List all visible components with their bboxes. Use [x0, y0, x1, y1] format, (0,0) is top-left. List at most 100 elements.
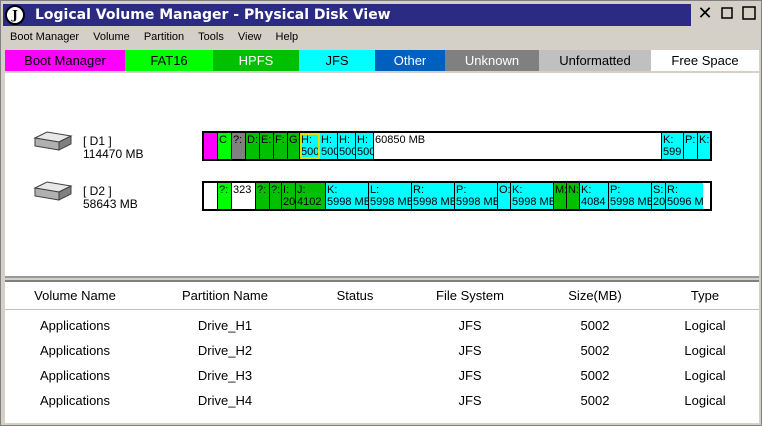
partition-segment[interactable]: R: 5998 MB — [412, 183, 455, 209]
window-controls: ✕ — [697, 3, 757, 24]
partition-letter: R: — [413, 184, 424, 196]
partition-size: 5998 MB — [456, 196, 498, 208]
partition-segment[interactable]: G — [288, 133, 300, 159]
partition-letter: K: — [512, 184, 523, 196]
partition-segment[interactable]: P: 5998 MB — [609, 183, 652, 209]
partition-segment[interactable]: ?: — [232, 133, 246, 159]
partition-segment[interactable]: P: 5998 MB — [455, 183, 498, 209]
lvm-window: J Logical Volume Manager - Physical Disk… — [0, 0, 762, 426]
menu-view[interactable]: View — [231, 29, 269, 47]
disk-2-label[interactable]: [ D2 ] 58643 MB — [83, 185, 138, 211]
menu-help[interactable]: Help — [269, 29, 306, 47]
partition-segment[interactable]: ?: — [270, 183, 282, 209]
partition-segment[interactable]: H: 500 — [338, 133, 356, 159]
app-icon[interactable]: J — [5, 5, 25, 25]
partition-letter: P: — [685, 134, 696, 146]
col-file-system[interactable]: File System — [425, 288, 515, 303]
partition-segment[interactable]: M: — [554, 183, 567, 209]
partition-size: 599 — [663, 146, 682, 158]
col-volume-name[interactable]: Volume Name — [15, 288, 135, 303]
hard-disk-icon[interactable] — [33, 180, 73, 202]
disk-1-label[interactable]: [ D1 ] 114470 MB — [83, 135, 144, 161]
window-title: Logical Volume Manager - Physical Disk V… — [35, 7, 391, 23]
partition-letter: S: — [653, 184, 664, 196]
close-icon[interactable]: ✕ — [697, 3, 713, 24]
partition-segment[interactable] — [204, 133, 218, 159]
partition-segment[interactable]: C — [218, 133, 232, 159]
partition-size: 500 — [339, 146, 356, 158]
legend-unformatted: Unformatted — [539, 50, 651, 71]
partition-letter: ?: — [271, 184, 281, 196]
cell-volume-name: Applications — [39, 393, 111, 408]
partition-segment[interactable]: H: 500 — [356, 133, 374, 159]
partition-segment[interactable] — [204, 183, 218, 209]
disk-1-partition-bar[interactable]: C?: D: E: F: G H: 500 H: 500 H: 500 H: 500 60850 MB K:… — [202, 131, 712, 161]
disk-2-partition-bar[interactable]: ?:323?:?:I:204J:4102K:5998 MBL:5998 MBR:… — [202, 181, 712, 211]
hard-disk-icon[interactable] — [33, 130, 73, 152]
cell-size: 5002 — [580, 343, 610, 358]
partition-segment[interactable]: R: 5096 M — [666, 183, 703, 209]
partition-segment[interactable]: 323 — [232, 183, 256, 209]
cell-type: Logical — [684, 343, 726, 358]
partition-segment[interactable]: K: 5998 MB — [326, 183, 369, 209]
partition-segment[interactable]: L: 5998 MB — [369, 183, 412, 209]
partition-segment[interactable]: K: 5998 MB — [511, 183, 554, 209]
cell-volume-name: Applications — [39, 343, 111, 358]
cell-volume-name: Applications — [39, 318, 111, 333]
table-row[interactable]: Applications Drive_H4 JFS 5002 Logical — [5, 389, 759, 414]
partition-letter: L: — [370, 184, 380, 196]
partition-segment[interactable]: J: 4102 — [296, 183, 326, 209]
menu-bar: Boot Manager Volume Partition Tools View… — [3, 29, 305, 47]
partition-size: 204 — [283, 196, 296, 208]
partition-size: 323 — [233, 184, 252, 196]
partition-segment[interactable]: F: — [274, 133, 288, 159]
partition-segment[interactable]: I:204 — [282, 183, 296, 209]
table-row[interactable]: Applications Drive_H2 JFS 5002 Logical — [5, 339, 759, 364]
col-partition-name[interactable]: Partition Name — [165, 288, 285, 303]
maximize-icon[interactable] — [741, 5, 757, 21]
partition-segment[interactable]: O: — [498, 183, 511, 209]
partition-segment[interactable]: D: — [246, 133, 260, 159]
partition-size: 500 — [301, 146, 320, 158]
cell-partition-name: Drive_H4 — [197, 393, 253, 408]
partition-segment[interactable]: 60850 MB — [374, 133, 662, 159]
partition-segment[interactable]: K: 599 — [662, 133, 684, 159]
table-row[interactable]: Applications Drive_H1 JFS 5002 Logical — [5, 314, 759, 339]
partition-segment[interactable]: ?: — [218, 183, 232, 209]
partition-segment[interactable]: K: — [698, 133, 710, 159]
title-bar[interactable]: J Logical Volume Manager - Physical Disk… — [3, 4, 691, 26]
col-type[interactable]: Type — [675, 288, 735, 303]
partition-segment[interactable]: H: 500 — [320, 133, 338, 159]
minimize-icon[interactable] — [719, 5, 735, 21]
partition-letter: F: — [275, 134, 285, 146]
col-status[interactable]: Status — [315, 288, 395, 303]
table-row[interactable]: Applications Drive_H3 JFS 5002 Logical — [5, 364, 759, 389]
partition-segment[interactable]: K: 4084 — [580, 183, 609, 209]
menu-boot-manager[interactable]: Boot Manager — [3, 29, 86, 47]
partition-letter: ?: — [233, 134, 243, 146]
partition-letter: K: — [581, 184, 592, 196]
legend-fat16: FAT16 — [125, 50, 213, 71]
partition-segment[interactable]: ?: — [256, 183, 270, 209]
menu-partition[interactable]: Partition — [137, 29, 191, 47]
partition-size: 60850 MB — [375, 134, 426, 146]
partition-segment[interactable]: S: 20 — [652, 183, 666, 209]
partition-table: Volume Name Partition Name Status File S… — [5, 282, 759, 423]
cell-type: Logical — [684, 368, 726, 383]
col-size[interactable]: Size(MB) — [555, 288, 635, 303]
partition-size: 500 — [321, 146, 338, 158]
partition-size: 5998 MB — [327, 196, 369, 208]
partition-size: 4084 — [581, 196, 606, 208]
partition-letter: R: — [667, 184, 678, 196]
menu-tools[interactable]: Tools — [191, 29, 231, 47]
partition-segment[interactable]: P: — [684, 133, 698, 159]
cell-size: 5002 — [580, 368, 610, 383]
partition-letter: N: — [568, 184, 579, 196]
partition-segment[interactable]: N: — [567, 183, 580, 209]
partition-segment[interactable]: H: 500 — [300, 133, 320, 159]
legend-unknown: Unknown — [445, 50, 539, 71]
menu-volume[interactable]: Volume — [86, 29, 137, 47]
cell-partition-name: Drive_H1 — [197, 318, 253, 333]
partition-segment[interactable]: E: — [260, 133, 274, 159]
cell-file-system: JFS — [458, 318, 482, 333]
